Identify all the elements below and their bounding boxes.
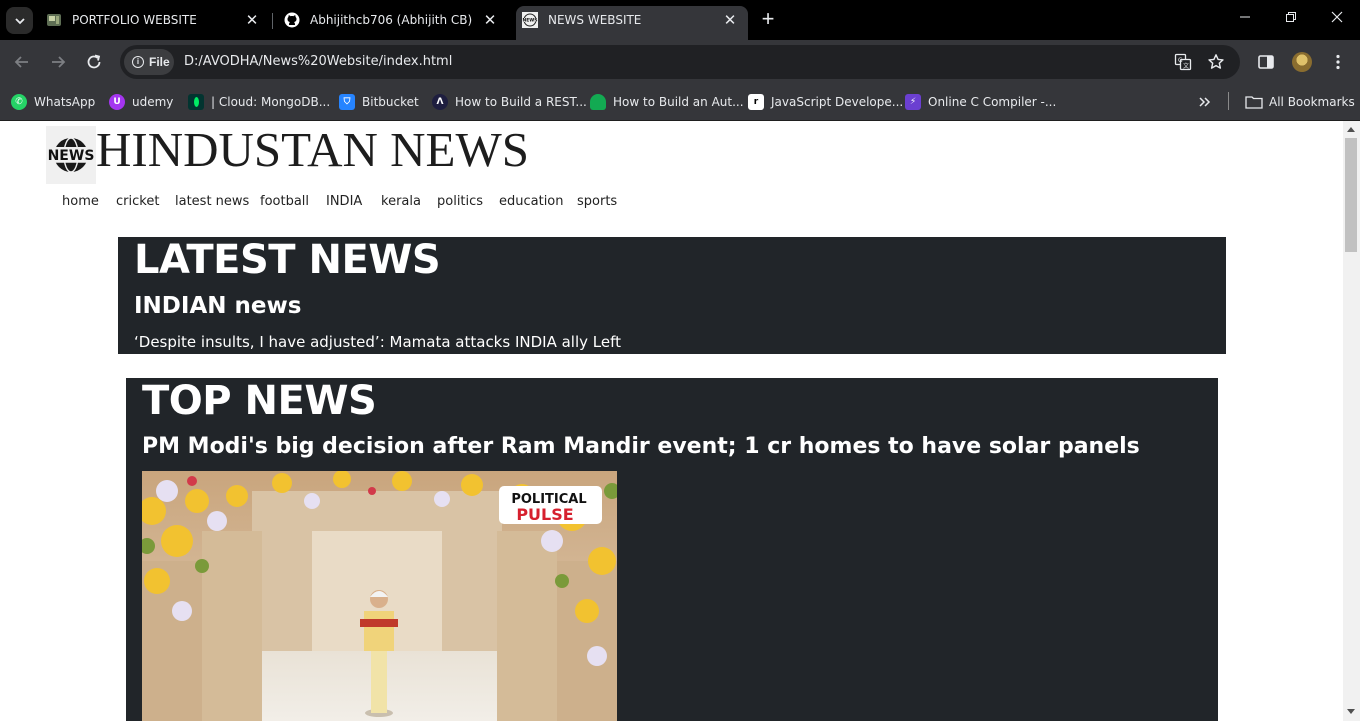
top-news-section: TOP NEWS PM Modi's big decision after Ra… (126, 378, 1218, 721)
temple-photo-illustration: POLITICAL PULSE (142, 471, 617, 721)
minimize-button[interactable] (1235, 10, 1255, 30)
info-icon: i (132, 56, 144, 68)
browser-toolbar: i File D:/AVODHA/News%20Website/index.ht… (0, 40, 1360, 84)
bookmark-label: WhatsApp (34, 95, 96, 109)
close-window-button[interactable] (1327, 10, 1347, 30)
bookmark-label: Online C Compiler -... (928, 95, 1057, 109)
news-favicon-icon: NEWS (522, 12, 538, 28)
tab-search-button[interactable] (6, 7, 33, 34)
bitbucket-icon: ⛉ (339, 94, 355, 110)
close-icon (1331, 11, 1343, 23)
bookmarks-bar: ✆ WhatsApp U udemy | Cloud: MongoDB... ⛉… (0, 84, 1360, 121)
page-favicon-icon (47, 14, 61, 26)
forward-arrow-icon[interactable] (48, 52, 68, 72)
scheme-label: File (149, 55, 170, 69)
svg-text:文: 文 (1183, 62, 1189, 70)
url-text[interactable]: D:/AVODHA/News%20Website/index.html (184, 54, 452, 69)
translate-icon[interactable]: G文 (1174, 53, 1192, 71)
top-news-heading: TOP NEWS (142, 378, 377, 424)
page-viewport: NEWS HINDUSTAN NEWS home cricket latest … (0, 121, 1343, 721)
udemy-icon: U (109, 94, 125, 110)
bookmark-mongodb[interactable]: | Cloud: MongoDB... (188, 92, 330, 112)
reload-icon[interactable] (84, 52, 104, 72)
bookmark-online-c-compiler[interactable]: ⚡ Online C Compiler -... (905, 92, 1056, 112)
bookmark-label: Bitbucket (362, 95, 419, 109)
all-bookmarks-label: All Bookmarks (1269, 95, 1355, 109)
nav-link-politics[interactable]: politics (437, 194, 483, 209)
back-arrow-icon[interactable] (12, 52, 32, 72)
new-tab-button[interactable]: + (758, 8, 778, 30)
badge-line-2: PULSE (516, 505, 573, 524)
site-title: HINDUSTAN NEWS (96, 122, 529, 177)
scrollbar-thumb[interactable] (1345, 138, 1357, 252)
nav-link-cricket[interactable]: cricket (116, 194, 159, 209)
bookmark-label: udemy (132, 95, 174, 109)
more-bookmarks-button[interactable] (1198, 92, 1212, 112)
site-info-chip[interactable]: i File (124, 49, 174, 75)
latest-news-headline[interactable]: ‘Despite insults, I have adjusted’: Mama… (134, 333, 621, 351)
whatsapp-icon: ✆ (11, 94, 27, 110)
latest-news-heading: LATEST NEWS (134, 237, 441, 283)
mongodb-leaf-icon (188, 94, 204, 110)
tab-title: Abhijithcb706 (Abhijith CB) (310, 13, 473, 27)
nav-link-football[interactable]: football (260, 194, 309, 209)
tab-portfolio[interactable]: PORTFOLIO WEBSITE ✕ (40, 6, 270, 34)
mongodb-icon (590, 94, 606, 110)
latest-news-subheading: INDIAN news (134, 293, 302, 319)
article-site-icon: Λ (432, 94, 448, 110)
restore-icon (1286, 12, 1296, 22)
tab-title: PORTFOLIO WEBSITE (72, 13, 197, 27)
nav-link-education[interactable]: education (499, 194, 564, 209)
bookmarks-divider (1228, 92, 1229, 110)
nav-link-sports[interactable]: sports (577, 194, 617, 209)
logo-text: NEWS (48, 148, 95, 164)
kebab-menu-icon[interactable] (1328, 52, 1348, 72)
tab-title: NEWS WEBSITE (548, 13, 642, 27)
svg-text:NEWS: NEWS (522, 18, 537, 24)
bookmark-label: How to Build an Aut... (613, 95, 744, 109)
job-site-icon: r (748, 94, 764, 110)
nav-link-india[interactable]: INDIA (326, 194, 362, 209)
tab-github[interactable]: Abhijithcb706 (Abhijith CB) ✕ (278, 6, 508, 34)
tab-news-website[interactable]: NEWS NEWS WEBSITE ✕ (516, 6, 748, 40)
latest-news-section: LATEST NEWS INDIAN news ‘Despite insults… (118, 237, 1226, 354)
folder-icon (1245, 96, 1263, 109)
address-bar[interactable]: i File D:/AVODHA/News%20Website/index.ht… (120, 45, 1240, 79)
bookmark-bitbucket[interactable]: ⛉ Bitbucket (339, 92, 419, 112)
nav-link-home[interactable]: home (62, 194, 99, 209)
nav-link-latest-news[interactable]: latest news (175, 194, 249, 209)
bookmark-auth[interactable]: How to Build an Aut... (590, 92, 744, 112)
minimize-icon (1240, 16, 1250, 18)
restore-button[interactable] (1281, 10, 1301, 30)
site-logo[interactable]: NEWS (46, 126, 96, 184)
nav-link-kerala[interactable]: kerala (381, 194, 421, 209)
bookmark-whatsapp[interactable]: ✆ WhatsApp (11, 92, 95, 112)
top-news-photo[interactable]: POLITICAL PULSE (142, 471, 617, 721)
bookmark-rest-api[interactable]: Λ How to Build a REST... (432, 92, 587, 112)
top-news-headline[interactable]: PM Modi's big decision after Ram Mandir … (142, 434, 1140, 459)
globe-news-logo-icon: NEWS (46, 137, 96, 173)
close-tab-icon[interactable]: ✕ (244, 11, 260, 29)
close-tab-icon[interactable]: ✕ (722, 11, 738, 29)
all-bookmarks-button[interactable]: All Bookmarks (1245, 92, 1355, 112)
bookmark-label: JavaScript Develope... (771, 95, 904, 109)
chevron-double-right-icon (1199, 97, 1211, 107)
scroll-up-arrow-icon[interactable] (1347, 127, 1355, 132)
profile-avatar[interactable] (1292, 52, 1312, 72)
bookmark-star-icon[interactable] (1207, 53, 1225, 71)
tab-strip: PORTFOLIO WEBSITE ✕ Abhijithcb706 (Abhij… (0, 0, 1360, 40)
close-tab-icon[interactable]: ✕ (482, 11, 498, 29)
tab-divider (272, 13, 273, 29)
github-icon (284, 12, 300, 28)
bookmark-javascript[interactable]: r JavaScript Develope... (748, 92, 903, 112)
bookmark-label: How to Build a REST... (455, 95, 587, 109)
bookmark-label: | Cloud: MongoDB... (211, 95, 331, 109)
scroll-down-arrow-icon[interactable] (1347, 709, 1355, 714)
bookmark-udemy[interactable]: U udemy (109, 92, 173, 112)
side-panel-icon[interactable] (1256, 52, 1276, 72)
chevron-down-icon (14, 17, 25, 24)
lightning-icon: ⚡ (905, 94, 921, 110)
